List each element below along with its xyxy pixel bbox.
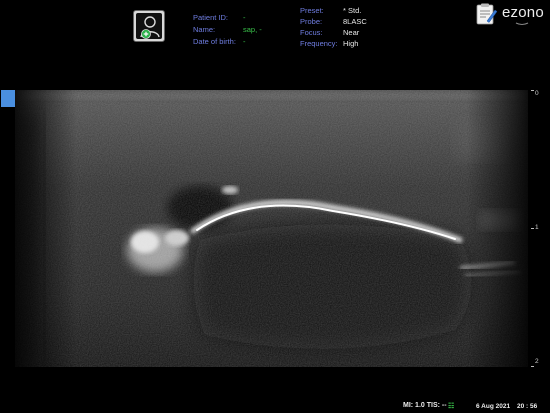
probe-settings: Preset: * Std. Probe: 8LASC Focus: Near Fre… bbox=[300, 5, 367, 49]
frequency-label: Frequency: bbox=[300, 39, 338, 48]
date-readout: 6 Aug 2021 bbox=[476, 403, 511, 410]
preset-row: Preset: * Std. bbox=[300, 5, 367, 16]
patient-dob-row: Date of birth: - bbox=[193, 36, 262, 48]
probe-value: 8LASC bbox=[343, 17, 367, 26]
depth-tick bbox=[531, 228, 534, 229]
patient-id-value: - bbox=[243, 13, 246, 22]
orientation-marker[interactable] bbox=[1, 90, 15, 107]
preset-label: Preset: bbox=[300, 6, 324, 15]
preset-value: * Std. bbox=[343, 6, 362, 15]
report-clipboard-icon[interactable] bbox=[474, 2, 498, 26]
brand-logo: ezono bbox=[502, 4, 544, 21]
depth-tick bbox=[531, 366, 534, 367]
patient-id-label: Patient ID: bbox=[193, 13, 229, 22]
frequency-row: Frequency: High bbox=[300, 38, 367, 49]
depth-label: 1 bbox=[535, 224, 539, 231]
ultrasound-image[interactable] bbox=[15, 90, 528, 367]
mi-tis-readout: MI: 1.0 TIS: -- bbox=[403, 402, 447, 409]
probe-row: Probe: 8LASC bbox=[300, 16, 367, 27]
network-status-icon: ☷ bbox=[448, 403, 455, 410]
patient-name-label: Name: bbox=[193, 25, 216, 34]
depth-scale: 0 1 2 bbox=[531, 90, 550, 367]
patient-name-row: Name: sap, - bbox=[193, 24, 262, 36]
depth-label: 2 bbox=[535, 358, 539, 365]
probe-label: Probe: bbox=[300, 17, 323, 26]
status-bar: MI: 1.0 TIS: -- ☷ 6 Aug 2021 20 : 56 bbox=[0, 399, 550, 413]
depth-tick bbox=[531, 90, 534, 91]
focus-value: Near bbox=[343, 28, 360, 37]
focus-row: Focus: Near bbox=[300, 27, 367, 38]
focus-label: Focus: bbox=[300, 28, 323, 37]
patient-icon bbox=[140, 16, 160, 39]
patient-info: Patient ID: - Name: sap, - Date of birth: - bbox=[193, 12, 262, 48]
time-readout: 20 : 56 bbox=[517, 403, 538, 410]
patient-name-value: sap, - bbox=[243, 25, 262, 34]
depth-label: 0 bbox=[535, 90, 539, 97]
patient-dob-value: - bbox=[243, 37, 246, 46]
patient-id-row: Patient ID: - bbox=[193, 12, 262, 24]
patient-button[interactable] bbox=[133, 10, 165, 42]
frequency-value: High bbox=[343, 39, 359, 48]
probe-indicator-icon bbox=[515, 22, 529, 25]
patient-dob-label: Date of birth: bbox=[193, 37, 236, 46]
